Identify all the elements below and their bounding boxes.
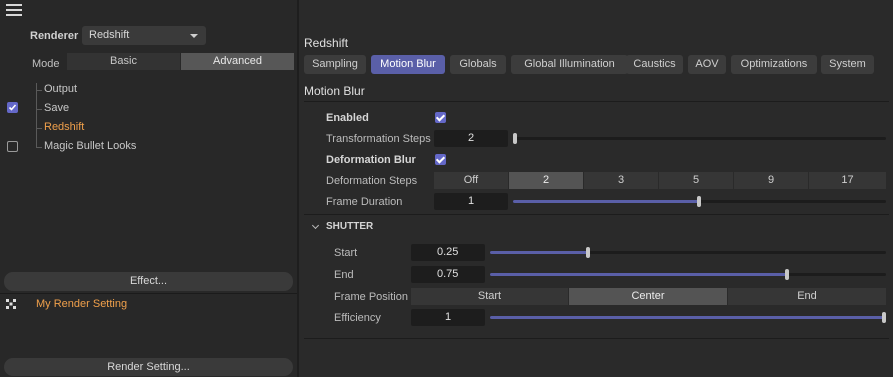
deformation-blur-checkbox[interactable] <box>435 154 446 165</box>
divider <box>304 101 889 102</box>
tree-connector <box>36 109 42 110</box>
slider-fill <box>490 316 886 319</box>
deformation-steps-17[interactable]: 17 <box>809 172 886 189</box>
render-setting-button[interactable]: Render Setting... <box>4 358 293 376</box>
frame-position-start[interactable]: Start <box>411 288 569 305</box>
tab-global-illumination[interactable]: Global Illumination <box>511 55 628 74</box>
chevron-down-icon[interactable] <box>311 221 320 230</box>
shutter-end-input[interactable]: 0.75 <box>411 266 485 283</box>
tab-sampling[interactable]: Sampling <box>304 55 366 74</box>
deformation-steps-off[interactable]: Off <box>434 172 509 189</box>
slider-handle[interactable] <box>513 133 517 144</box>
tab-caustics[interactable]: Caustics <box>626 55 683 74</box>
divider <box>304 214 889 215</box>
chevron-down-icon <box>190 34 198 38</box>
frame-position-end[interactable]: End <box>728 288 886 305</box>
deformation-steps-5[interactable]: 5 <box>659 172 734 189</box>
slider-handle[interactable] <box>882 312 886 323</box>
magic-bullet-enable-checkbox[interactable] <box>7 141 18 152</box>
transformation-steps-label: Transformation Steps <box>326 133 431 145</box>
shutter-end-slider[interactable] <box>490 269 886 280</box>
frame-duration-input[interactable]: 1 <box>434 193 508 210</box>
save-enable-checkbox[interactable] <box>7 102 18 113</box>
tree-connector <box>36 83 37 147</box>
renderer-select-value: Redshift <box>89 29 130 41</box>
tree-connector <box>36 128 42 129</box>
tree-connector <box>36 147 42 148</box>
renderer-select[interactable]: Redshift <box>82 26 206 45</box>
deformation-steps-2[interactable]: 2 <box>509 172 584 189</box>
slider-handle[interactable] <box>586 247 590 258</box>
section-title: Motion Blur <box>304 84 365 98</box>
slider-fill <box>490 251 589 254</box>
deformation-steps-3[interactable]: 3 <box>584 172 659 189</box>
effect-button[interactable]: Effect... <box>4 272 293 291</box>
renderer-label: Renderer <box>30 30 79 42</box>
redshift-settings-panel: Redshift Sampling Motion Blur Globals Gl… <box>299 0 893 377</box>
render-setting-icon <box>6 299 16 309</box>
slider-handle[interactable] <box>785 269 789 280</box>
shutter-start-label: Start <box>334 247 358 259</box>
tab-system[interactable]: System <box>821 55 874 74</box>
mode-advanced-button[interactable]: Advanced <box>181 53 294 70</box>
divider <box>0 293 297 294</box>
deformation-steps-label: Deformation Steps <box>326 175 418 187</box>
check-icon <box>8 104 17 111</box>
deformation-blur-label: Deformation Blur <box>326 154 416 166</box>
efficiency-input[interactable]: 1 <box>411 309 485 326</box>
render-setting-item[interactable]: My Render Setting <box>36 298 127 310</box>
tree-item-magic-bullet-looks[interactable]: Magic Bullet Looks <box>44 140 136 156</box>
tree-item-redshift[interactable]: Redshift <box>44 121 84 137</box>
shutter-start-slider[interactable] <box>490 247 886 258</box>
tree-item-save[interactable]: Save <box>44 102 69 118</box>
hamburger-menu-icon[interactable] <box>6 4 22 18</box>
shutter-end-label: End <box>334 269 354 281</box>
deformation-steps-9[interactable]: 9 <box>734 172 809 189</box>
efficiency-label: Efficiency <box>334 312 381 324</box>
panel-title: Redshift <box>304 36 349 50</box>
frame-duration-label: Frame Duration <box>326 196 403 208</box>
enabled-checkbox[interactable] <box>435 112 446 123</box>
tab-motion-blur[interactable]: Motion Blur <box>371 55 445 74</box>
slider-handle[interactable] <box>697 196 701 207</box>
frame-duration-slider[interactable] <box>513 196 886 207</box>
tab-optimizations[interactable]: Optimizations <box>731 55 817 74</box>
transformation-steps-input[interactable]: 2 <box>434 130 508 147</box>
frame-position-center[interactable]: Center <box>569 288 728 305</box>
tree-connector <box>36 90 42 91</box>
transformation-steps-slider[interactable] <box>513 133 886 144</box>
divider <box>304 338 889 339</box>
enabled-label: Enabled <box>326 112 369 124</box>
slider-fill <box>490 273 787 276</box>
mode-label: Mode <box>32 58 60 70</box>
render-settings-sidebar: Renderer Redshift Mode Basic Advanced Ou… <box>0 0 297 377</box>
shutter-group-title[interactable]: SHUTTER <box>326 221 373 232</box>
efficiency-slider[interactable] <box>490 312 886 323</box>
slider-fill <box>513 200 699 203</box>
frame-position-label: Frame Position <box>334 291 408 303</box>
mode-basic-button[interactable]: Basic <box>67 53 180 70</box>
shutter-start-input[interactable]: 0.25 <box>411 244 485 261</box>
tree-item-output[interactable]: Output <box>44 83 77 99</box>
tab-aov[interactable]: AOV <box>688 55 726 74</box>
tab-globals[interactable]: Globals <box>450 55 506 74</box>
